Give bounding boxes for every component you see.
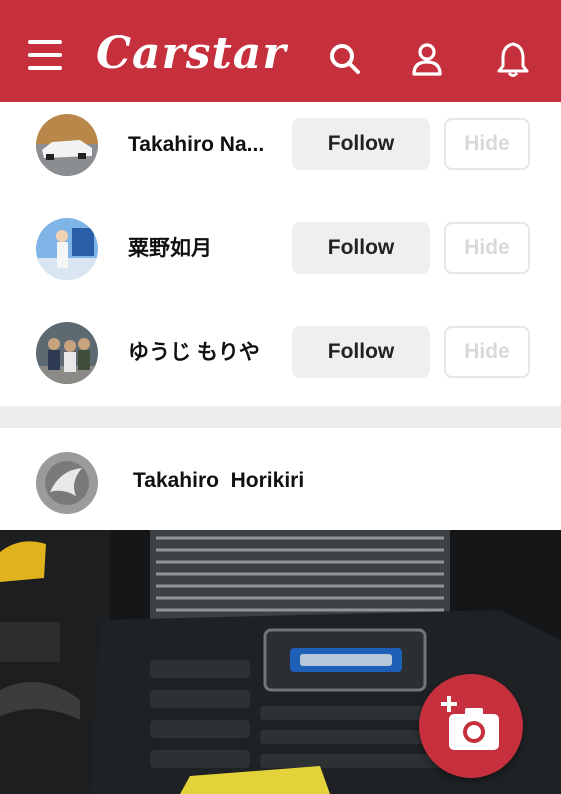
add-photo-button[interactable]: [419, 674, 523, 778]
list-item: Takahiro Na... Follow Hide: [0, 102, 561, 206]
follow-button[interactable]: Follow: [292, 118, 430, 170]
hide-button[interactable]: Hide: [444, 118, 530, 170]
hide-button[interactable]: Hide: [444, 222, 530, 274]
section-divider: [0, 406, 561, 428]
follow-button[interactable]: Follow: [292, 326, 430, 378]
search-icon[interactable]: [326, 40, 364, 78]
suggested-user-name[interactable]: 粟野如月: [128, 232, 288, 266]
user-icon[interactable]: [408, 40, 446, 78]
suggested-users-list: Takahiro Na... Follow Hide 粟野如月 Follow H…: [0, 102, 561, 406]
list-item: 粟野如月 Follow Hide: [0, 206, 561, 310]
suggested-user-name[interactable]: Takahiro Na...: [128, 128, 288, 162]
post-header: Takahiro Horikiri: [0, 428, 561, 530]
list-item: ゆうじ もりや Follow Hide: [0, 310, 561, 414]
add-photo-icon: [441, 696, 499, 750]
app-logo[interactable]: Carstar: [96, 28, 287, 88]
top-bar: Carstar: [0, 0, 561, 102]
menu-icon[interactable]: [28, 40, 68, 76]
post-author-name[interactable]: Takahiro Horikiri: [133, 464, 304, 498]
follow-button[interactable]: Follow: [292, 222, 430, 274]
app-screen: Carstar Takahiro Na... Follow Hide 粟野如月 …: [0, 0, 561, 794]
avatar[interactable]: [36, 218, 98, 280]
suggested-user-name[interactable]: ゆうじ もりや: [128, 336, 288, 370]
avatar[interactable]: [36, 452, 98, 514]
hide-button[interactable]: Hide: [444, 326, 530, 378]
avatar[interactable]: [36, 322, 98, 384]
avatar[interactable]: [36, 114, 98, 176]
bell-icon[interactable]: [494, 40, 532, 78]
